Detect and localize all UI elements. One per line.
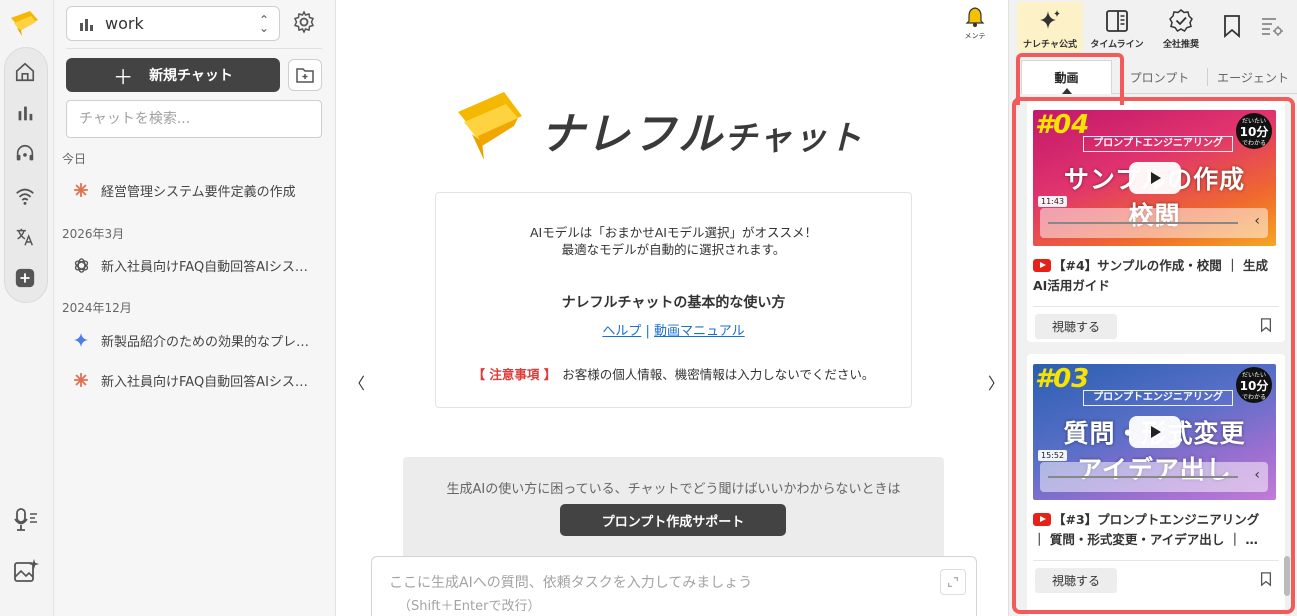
new-folder-button[interactable] [288, 59, 322, 91]
company-recommended-label: 全社推奨 [1162, 40, 1199, 50]
chat-history-title: 新製品紹介のための効果的なプレ… [101, 334, 310, 350]
settings-gear-icon[interactable] [292, 10, 318, 36]
home-icon[interactable] [9, 56, 41, 88]
chat-main: メンテ ナレフルチャット AIモデルは「おまかせAIモデル選択」がオススメ！ 最… [336, 0, 1008, 616]
chart-icon[interactable] [9, 97, 41, 129]
sparkle-icon [1040, 10, 1060, 29]
sidebar-divider [66, 48, 322, 49]
workspace-select[interactable]: work ⌃ ⌄ [66, 6, 280, 41]
new-chat-label: 新規チャット [149, 68, 233, 84]
tab-agent[interactable]: エージェント [1208, 60, 1297, 94]
updown-chevron-icon: ⌃ ⌄ [258, 13, 269, 35]
wifi-icon[interactable] [9, 180, 41, 212]
chat-input[interactable]: ここに生成AIへの質問、依頼タスクを入力してみましょう （Shift＋Enter… [371, 556, 977, 616]
bell-label: メンテ [964, 32, 986, 40]
chat-history-title: 経営管理システム要件定義の作成 [101, 184, 296, 200]
chat-input-hint: （Shift＋Enterで改行） [398, 599, 541, 614]
workspace-label: work [105, 14, 144, 33]
chat-history-title: 新入社員向けFAQ自動回答AIシス… [101, 374, 308, 390]
badge-check-icon [1169, 9, 1193, 32]
chat-input-placeholder: ここに生成AIへの質問、依頼タスクを入力してみましょう [389, 575, 753, 591]
caution-label: 【 注意事項 】 [472, 367, 557, 382]
chat-sidebar: work ⌃⌄ ＋ 新規チャット 今日 経営管理システム要件定義の作成 2026… [54, 0, 336, 616]
help-links: ヘルプ | 動画マニュアル [436, 320, 911, 339]
timeline-label: タイムライン [1090, 40, 1144, 50]
image-ai-icon[interactable] [12, 557, 40, 585]
bar-chart-icon [80, 18, 93, 31]
caution-text: お客様の個人情報、機密情報は入力しないでください。 [562, 367, 875, 382]
narecha-official-button[interactable]: ナレチャ公式 [1017, 2, 1083, 52]
narecha-official-label: ナレチャ公式 [1023, 40, 1077, 50]
brand-title: ナレフルチャット [540, 98, 864, 162]
chat-history-item[interactable]: 経営管理システム要件定義の作成 [72, 177, 328, 203]
openai-icon [72, 256, 90, 274]
translate-icon[interactable] [9, 221, 41, 253]
plus-icon: ＋ [113, 64, 134, 89]
new-chat-button[interactable]: ＋ 新規チャット [66, 58, 280, 92]
howto-heading: ナレフルチャットの基本的な使い方 [561, 295, 786, 311]
timeline-button[interactable]: タイムライン [1085, 2, 1149, 52]
prompt-help-text: 生成AIの使い方に困っている、チャットでどう聞けばいいかわからないときは [446, 482, 901, 497]
claude-icon [72, 371, 90, 389]
bookmark-icon[interactable] [1221, 14, 1243, 38]
brand-title-main: ナレフル [540, 109, 724, 160]
chat-history-item[interactable]: 新入社員向けFAQ自動回答AIシス… [72, 252, 328, 278]
section-label-2024-12: 2024年12月 [62, 301, 132, 315]
help-link[interactable]: ヘルプ [602, 324, 641, 339]
chat-history-item[interactable]: 新製品紹介のための効果的なプレ… [72, 327, 328, 353]
prompt-support-button[interactable]: プロンプト作成サポート [560, 504, 786, 536]
voice-icon[interactable] [12, 506, 40, 534]
prev-arrow-icon[interactable]: 〈 [349, 370, 365, 394]
section-label-2026-03: 2026年3月 [62, 227, 125, 241]
chat-history-item[interactable]: 新入社員向けFAQ自動回答AIシス… [72, 367, 328, 393]
claude-icon [72, 181, 90, 199]
model-tip-line2: 最適なモデルが自動的に選択されます。 [561, 242, 786, 257]
section-label-today: 今日 [62, 152, 87, 166]
timeline-icon [1106, 10, 1128, 32]
plus-icon[interactable] [9, 262, 41, 294]
expand-icon[interactable] [940, 569, 966, 595]
gemini-icon [72, 331, 90, 349]
list-settings-icon[interactable] [1260, 14, 1284, 38]
bell-icon [965, 7, 985, 27]
company-recommended-button[interactable]: 全社推奨 [1151, 2, 1211, 52]
maintenance-bell[interactable]: メンテ [958, 6, 992, 41]
video-manual-link[interactable]: 動画マニュアル [654, 324, 745, 339]
link-separator: | [645, 324, 650, 339]
narefuru-logo[interactable] [8, 6, 44, 42]
chat-search-input[interactable] [66, 100, 322, 138]
chat-history-title: 新入社員向けFAQ自動回答AIシス… [101, 259, 308, 275]
brand-title-sub: チャット [724, 118, 864, 157]
support-icon[interactable] [9, 138, 41, 170]
caution-notice: 【 注意事項 】お客様の個人情報、機密情報は入力しないでください。 [436, 364, 911, 383]
brand-mark-icon [458, 92, 522, 160]
tab-prompt[interactable]: プロンプト [1112, 60, 1207, 94]
next-arrow-icon[interactable]: 〉 [988, 370, 1004, 394]
annotation-highlight-list [1012, 97, 1295, 614]
folder-plus-icon [296, 68, 314, 83]
app-rail [0, 0, 54, 616]
info-card: AIモデルは「おまかせAIモデル選択」がオススメ！ 最適なモデルが自動的に選択さ… [435, 192, 912, 408]
